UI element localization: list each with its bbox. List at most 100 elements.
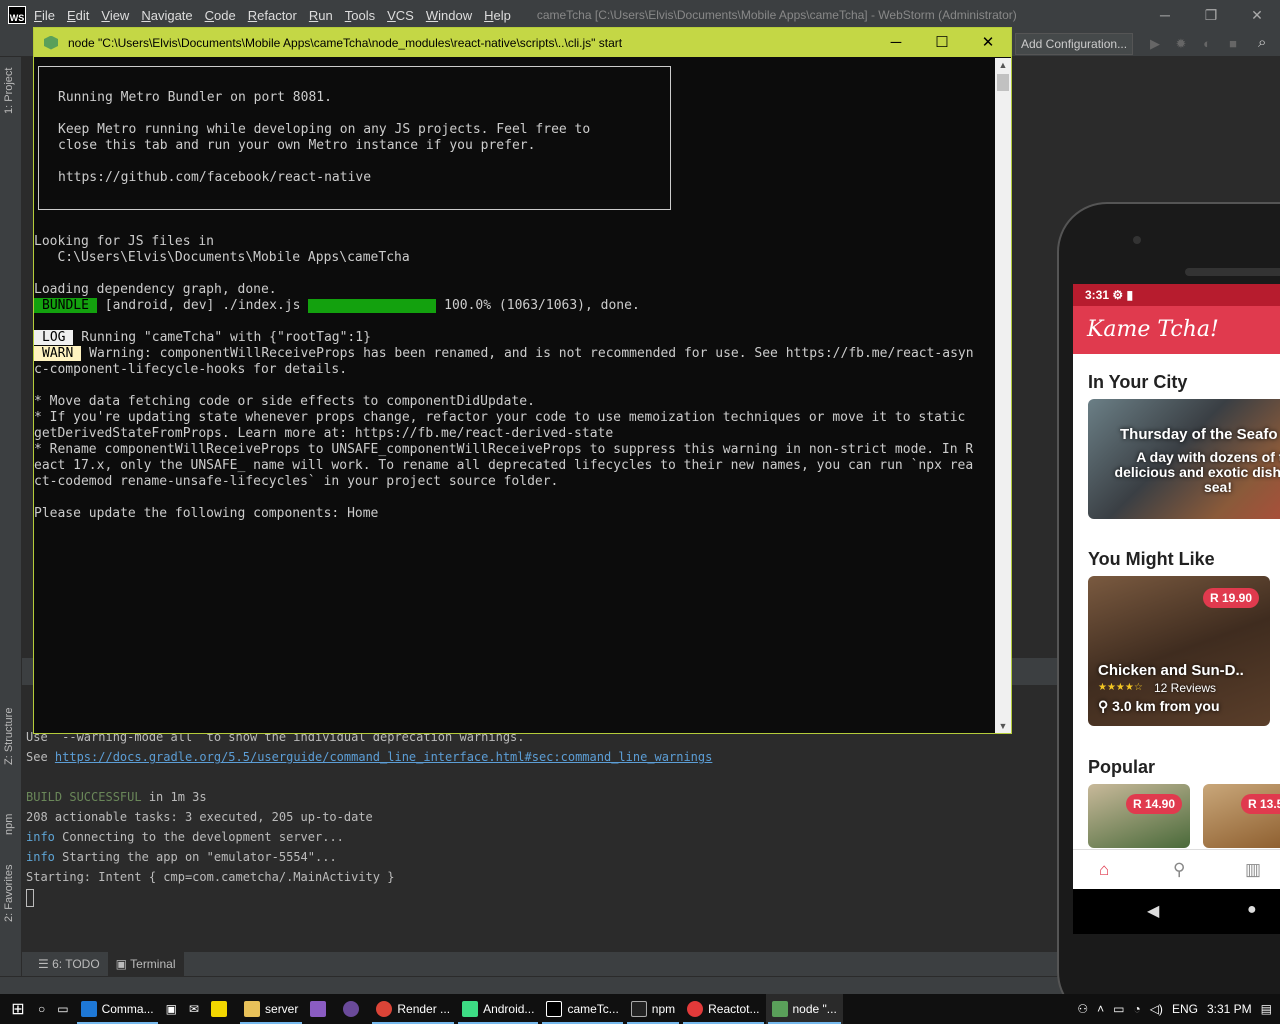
windows-taskbar: ⊞ ○ ▭ Comma... ▣ ✉ server Render ... And… <box>0 994 1280 1024</box>
metro-terminal[interactable]: Running Metro Bundler on port 8081. Keep… <box>34 58 995 733</box>
search-icon[interactable]: ⌕ <box>1258 34 1266 51</box>
app-icon[interactable] <box>337 994 370 1024</box>
debug-icon[interactable]: ✹ <box>1173 36 1189 52</box>
terminal-line: close this tab and run your own Metro in… <box>58 138 536 153</box>
node-close-icon[interactable]: ✕ <box>965 28 1011 57</box>
battery-icon[interactable]: ▭ <box>1113 1002 1124 1016</box>
menu-navigate[interactable]: Navigate <box>141 8 192 23</box>
menu-refactor[interactable]: Refactor <box>248 8 297 23</box>
build-successful-text: BUILD SUCCESSFUL <box>26 790 142 804</box>
tab-terminal[interactable]: ▣ Terminal <box>107 952 184 976</box>
back-icon[interactable]: ◀ <box>1147 901 1159 921</box>
popular-card[interactable]: R 14.90 <box>1088 784 1190 848</box>
home-circle-icon[interactable]: ● <box>1247 901 1257 919</box>
section-you-might-like: You Might Like <box>1088 549 1215 569</box>
app-title: Kame Tcha! <box>1073 306 1280 354</box>
scroll-down-icon[interactable]: ▼ <box>995 721 1011 731</box>
terminal-line: Please update the following components: … <box>34 506 379 521</box>
terminal-scrollbar[interactable]: ▲ ▼ <box>995 58 1011 733</box>
menu-view[interactable]: View <box>101 8 129 23</box>
phone-screen[interactable]: 3:31 ⚙ ▮ Kame Tcha! In Your City Thursda… <box>1073 284 1280 934</box>
ide-title-bar: WS File Edit View Navigate Code Refactor… <box>0 0 1280 30</box>
node-window-titlebar[interactable]: node "C:\Users\Elvis\Documents\Mobile Ap… <box>34 28 1011 57</box>
task-view-icon[interactable]: ▭ <box>51 994 74 1024</box>
price-badge: R 19.90 <box>1203 588 1260 608</box>
tab-npm[interactable]: npm <box>3 814 15 835</box>
terminal-line: eact 17.x, only the UNSAFE_ name will wo… <box>34 458 974 473</box>
terminal-line: * Move data fetching code or side effect… <box>34 394 535 409</box>
android-emulator: 3:31 ⚙ ▮ Kame Tcha! In Your City Thursda… <box>1057 202 1280 1022</box>
network-icon[interactable]: ◔ <box>1133 1002 1140 1016</box>
menu-vcs[interactable]: VCS <box>387 8 414 23</box>
taskbar-item-webstorm[interactable]: cameTc... <box>540 994 624 1024</box>
console-line: info Connecting to the development serve… <box>26 830 344 844</box>
taskbar-item-node[interactable]: node "... <box>765 994 843 1024</box>
add-configuration-button[interactable]: Add Configuration... <box>1015 33 1133 55</box>
sticky-notes-icon[interactable] <box>205 994 238 1024</box>
taskbar-item-command[interactable]: Comma... <box>75 994 160 1024</box>
clock[interactable]: 3:31 PM <box>1207 1002 1252 1016</box>
run-icon[interactable]: ▶ <box>1147 36 1163 52</box>
close-icon[interactable]: ✕ <box>1234 0 1280 30</box>
tab-favorites[interactable]: 2: Favorites <box>3 865 15 922</box>
menu-help[interactable]: Help <box>484 8 511 23</box>
scroll-up-icon[interactable]: ▲ <box>995 60 1011 70</box>
cortana-icon[interactable]: ○ <box>32 994 51 1024</box>
minimize-icon[interactable]: ─ <box>1142 0 1188 30</box>
menu-tools[interactable]: Tools <box>345 8 375 23</box>
taskbar-item-npm[interactable]: npm <box>625 994 681 1024</box>
node-window-title: node "C:\Users\Elvis\Documents\Mobile Ap… <box>68 35 623 50</box>
bottom-tool-tabs: ☰ 6: TODO ▣ Terminal <box>22 952 1057 976</box>
webstorm-logo-icon: WS <box>8 6 26 24</box>
map-icon[interactable]: ▥ <box>1245 860 1261 880</box>
console-cursor[interactable] <box>26 888 34 907</box>
visual-studio-icon[interactable] <box>304 994 337 1024</box>
language-indicator[interactable]: ENG <box>1172 1002 1198 1016</box>
store-icon[interactable]: ▣ <box>160 994 183 1024</box>
bottom-nav: ⌂ ⚲ ▥ <box>1073 849 1280 889</box>
chevron-up-icon[interactable]: ˄ <box>1097 1002 1104 1016</box>
windows-start-icon[interactable]: ⊞ <box>4 999 32 1019</box>
menu-code[interactable]: Code <box>205 8 236 23</box>
taskbar-item-server[interactable]: server <box>238 994 304 1024</box>
menu-run[interactable]: Run <box>309 8 333 23</box>
popular-card[interactable]: R 13.5 <box>1203 784 1280 848</box>
chrome-icon <box>376 1001 393 1017</box>
volume-icon[interactable]: ◁) <box>1150 1002 1163 1016</box>
node-icon <box>771 1001 788 1017</box>
notifications-icon[interactable]: ▤ <box>1261 1002 1272 1016</box>
taskbar-item-android[interactable]: Android... <box>456 994 540 1024</box>
node-minimize-icon[interactable]: ─ <box>873 28 919 57</box>
menu-window[interactable]: Window <box>426 8 472 23</box>
city-event-card[interactable]: Thursday of the Seafo A day with dozens … <box>1088 399 1280 519</box>
terminal-line: * Rename componentWillReceiveProps to UN… <box>34 442 974 457</box>
log-badge: LOG <box>34 330 74 345</box>
people-icon[interactable]: ⚇ <box>1077 1002 1088 1016</box>
list-icon: ☰ <box>38 957 53 971</box>
android-studio-icon <box>462 1001 479 1017</box>
home-icon[interactable]: ⌂ <box>1099 860 1109 880</box>
terminal-line: https://github.com/facebook/react-native <box>58 170 372 185</box>
scroll-thumb[interactable] <box>997 74 1009 91</box>
food-card[interactable]: R 19.90 Chicken and Sun-D.. ★★★★☆ 12 Rev… <box>1088 576 1270 726</box>
taskbar-item-reactotron[interactable]: Reactot... <box>681 994 765 1024</box>
tab-structure[interactable]: Z: Structure <box>3 708 15 765</box>
reactotron-icon <box>687 1001 704 1017</box>
taskbar-item-render[interactable]: Render ... <box>370 994 456 1024</box>
restore-icon[interactable]: ❐ <box>1188 0 1234 30</box>
system-tray: ⚇ ˄ ▭ ◔ ◁) ENG 3:31 PM ▤ <box>1077 994 1272 1024</box>
gradle-docs-link[interactable]: https://docs.gradle.org/5.5/userguide/co… <box>55 750 712 764</box>
menu-file[interactable]: File <box>34 8 55 23</box>
mail-icon[interactable]: ✉ <box>183 994 205 1024</box>
tab-todo[interactable]: ☰ 6: TODO <box>30 952 108 976</box>
console-line: Starting: Intent { cmp=com.cametcha/.Mai… <box>26 870 395 884</box>
menu-edit[interactable]: Edit <box>67 8 89 23</box>
node-maximize-icon[interactable]: ☐ <box>919 28 965 57</box>
camera-icon <box>1133 236 1141 244</box>
coverage-icon[interactable]: ◐ <box>1199 36 1215 52</box>
stop-icon[interactable]: ■ <box>1225 36 1241 52</box>
tab-project[interactable]: 1: Project <box>3 68 15 114</box>
terminal-line: C:\Users\Elvis\Documents\Mobile Apps\cam… <box>34 250 410 265</box>
section-in-your-city: In Your City <box>1088 372 1188 392</box>
search-icon[interactable]: ⚲ <box>1173 860 1185 880</box>
